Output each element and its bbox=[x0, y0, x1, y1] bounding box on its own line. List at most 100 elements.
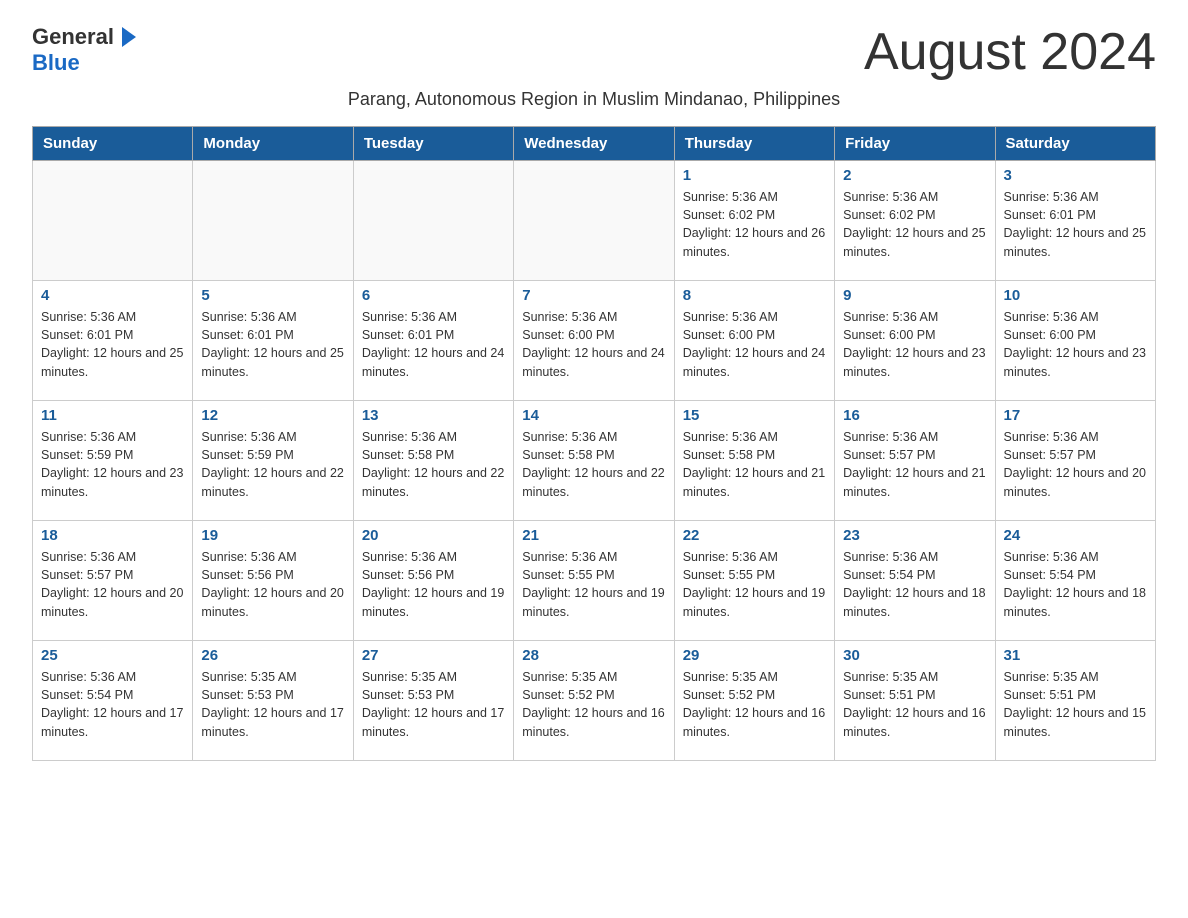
day-number: 17 bbox=[1004, 407, 1147, 424]
day-info: Sunrise: 5:36 AMSunset: 5:57 PMDaylight:… bbox=[843, 428, 986, 501]
day-info: Sunrise: 5:36 AMSunset: 5:57 PMDaylight:… bbox=[41, 548, 184, 621]
day-number: 22 bbox=[683, 527, 826, 544]
calendar-cell bbox=[193, 161, 353, 281]
day-number: 13 bbox=[362, 407, 505, 424]
calendar-cell: 29 Sunrise: 5:35 AMSunset: 5:52 PMDayligh… bbox=[674, 641, 834, 761]
logo: General bbox=[32, 24, 136, 50]
day-info: Sunrise: 5:36 AMSunset: 5:56 PMDaylight:… bbox=[201, 548, 344, 621]
calendar-week-row: 18 Sunrise: 5:36 AMSunset: 5:57 PMDayligh… bbox=[33, 521, 1156, 641]
day-info: Sunrise: 5:36 AMSunset: 6:02 PMDaylight:… bbox=[843, 188, 986, 261]
calendar-week-row: 1 Sunrise: 5:36 AMSunset: 6:02 PMDaylight… bbox=[33, 161, 1156, 281]
calendar-cell: 9 Sunrise: 5:36 AMSunset: 6:00 PMDaylight… bbox=[835, 281, 995, 401]
subtitle: Parang, Autonomous Region in Muslim Mind… bbox=[32, 89, 1156, 110]
day-number: 3 bbox=[1004, 167, 1147, 184]
day-number: 16 bbox=[843, 407, 986, 424]
day-of-week-header: Friday bbox=[835, 127, 995, 161]
day-info: Sunrise: 5:35 AMSunset: 5:51 PMDaylight:… bbox=[1004, 668, 1147, 741]
day-number: 18 bbox=[41, 527, 184, 544]
calendar-cell: 16 Sunrise: 5:36 AMSunset: 5:57 PMDayligh… bbox=[835, 401, 995, 521]
day-number: 8 bbox=[683, 287, 826, 304]
logo-text-blue: Blue bbox=[32, 50, 80, 76]
day-number: 9 bbox=[843, 287, 986, 304]
calendar-cell: 23 Sunrise: 5:36 AMSunset: 5:54 PMDayligh… bbox=[835, 521, 995, 641]
calendar-cell: 24 Sunrise: 5:36 AMSunset: 5:54 PMDayligh… bbox=[995, 521, 1155, 641]
day-info: Sunrise: 5:35 AMSunset: 5:52 PMDaylight:… bbox=[522, 668, 665, 741]
calendar-cell: 30Sunrise: 5:35 AMSunset: 5:51 PMDayligh… bbox=[835, 641, 995, 761]
day-info: Sunrise: 5:36 AMSunset: 6:00 PMDaylight:… bbox=[683, 308, 826, 381]
day-info: Sunrise: 5:36 AMSunset: 6:00 PMDaylight:… bbox=[522, 308, 665, 381]
day-info: Sunrise: 5:36 AMSunset: 5:54 PMDaylight:… bbox=[41, 668, 184, 741]
day-number: 26 bbox=[201, 647, 344, 664]
day-of-week-header: Tuesday bbox=[353, 127, 513, 161]
day-of-week-header: Thursday bbox=[674, 127, 834, 161]
day-number: 1 bbox=[683, 167, 826, 184]
calendar-cell: 6 Sunrise: 5:36 AMSunset: 6:01 PMDaylight… bbox=[353, 281, 513, 401]
calendar-cell bbox=[33, 161, 193, 281]
day-info: Sunrise: 5:36 AMSunset: 5:55 PMDaylight:… bbox=[522, 548, 665, 621]
day-info: Sunrise: 5:36 AMSunset: 6:01 PMDaylight:… bbox=[41, 308, 184, 381]
day-number: 6 bbox=[362, 287, 505, 304]
logo-triangle-icon bbox=[122, 27, 136, 47]
day-number: 19 bbox=[201, 527, 344, 544]
day-number: 27 bbox=[362, 647, 505, 664]
day-number: 5 bbox=[201, 287, 344, 304]
month-title: August 2024 bbox=[864, 24, 1156, 81]
day-number: 28 bbox=[522, 647, 665, 664]
day-info: Sunrise: 5:35 AMSunset: 5:52 PMDaylight:… bbox=[683, 668, 826, 741]
day-of-week-header: Sunday bbox=[33, 127, 193, 161]
calendar-cell: 28 Sunrise: 5:35 AMSunset: 5:52 PMDayligh… bbox=[514, 641, 674, 761]
calendar-cell: 14 Sunrise: 5:36 AMSunset: 5:58 PMDayligh… bbox=[514, 401, 674, 521]
calendar-cell: 12 Sunrise: 5:36 AMSunset: 5:59 PMDayligh… bbox=[193, 401, 353, 521]
calendar-cell: 31 Sunrise: 5:35 AMSunset: 5:51 PMDayligh… bbox=[995, 641, 1155, 761]
calendar-cell: 17 Sunrise: 5:36 AMSunset: 5:57 PMDayligh… bbox=[995, 401, 1155, 521]
day-number: 25 bbox=[41, 647, 184, 664]
day-number: 29 bbox=[683, 647, 826, 664]
day-info: Sunrise: 5:36 AMSunset: 5:57 PMDaylight:… bbox=[1004, 428, 1147, 501]
day-number: 4 bbox=[41, 287, 184, 304]
day-info: Sunrise: 5:36 AMSunset: 6:00 PMDaylight:… bbox=[1004, 308, 1147, 381]
day-info: Sunrise: 5:36 AMSunset: 5:55 PMDaylight:… bbox=[683, 548, 826, 621]
day-info: Sunrise: 5:36 AMSunset: 5:54 PMDaylight:… bbox=[1004, 548, 1147, 621]
day-number: 7 bbox=[522, 287, 665, 304]
calendar-cell bbox=[514, 161, 674, 281]
calendar-cell: 2 Sunrise: 5:36 AMSunset: 6:02 PMDaylight… bbox=[835, 161, 995, 281]
calendar-cell: 11Sunrise: 5:36 AMSunset: 5:59 PMDayligh… bbox=[33, 401, 193, 521]
calendar-cell: 5Sunrise: 5:36 AMSunset: 6:01 PMDaylight… bbox=[193, 281, 353, 401]
day-number: 24 bbox=[1004, 527, 1147, 544]
calendar-cell: 22 Sunrise: 5:36 AMSunset: 5:55 PMDayligh… bbox=[674, 521, 834, 641]
day-number: 21 bbox=[522, 527, 665, 544]
calendar-cell: 20Sunrise: 5:36 AMSunset: 5:56 PMDayligh… bbox=[353, 521, 513, 641]
calendar-week-row: 25 Sunrise: 5:36 AMSunset: 5:54 PMDayligh… bbox=[33, 641, 1156, 761]
day-info: Sunrise: 5:36 AMSunset: 6:01 PMDaylight:… bbox=[362, 308, 505, 381]
calendar-cell: 7 Sunrise: 5:36 AMSunset: 6:00 PMDaylight… bbox=[514, 281, 674, 401]
calendar-cell: 19 Sunrise: 5:36 AMSunset: 5:56 PMDayligh… bbox=[193, 521, 353, 641]
day-info: Sunrise: 5:35 AMSunset: 5:51 PMDaylight:… bbox=[843, 668, 986, 741]
day-number: 31 bbox=[1004, 647, 1147, 664]
day-info: Sunrise: 5:36 AMSunset: 5:58 PMDaylight:… bbox=[522, 428, 665, 501]
day-number: 15 bbox=[683, 407, 826, 424]
day-info: Sunrise: 5:36 AMSunset: 5:59 PMDaylight:… bbox=[41, 428, 184, 501]
day-info: Sunrise: 5:36 AMSunset: 5:59 PMDaylight:… bbox=[201, 428, 344, 501]
day-number: 23 bbox=[843, 527, 986, 544]
calendar-cell: 18 Sunrise: 5:36 AMSunset: 5:57 PMDayligh… bbox=[33, 521, 193, 641]
day-number: 2 bbox=[843, 167, 986, 184]
day-of-week-header: Wednesday bbox=[514, 127, 674, 161]
day-info: Sunrise: 5:36 AMSunset: 5:58 PMDaylight:… bbox=[683, 428, 826, 501]
day-info: Sunrise: 5:36 AMSunset: 6:01 PMDaylight:… bbox=[1004, 188, 1147, 261]
logo-wrapper: General Blue bbox=[32, 24, 136, 76]
day-info: Sunrise: 5:36 AMSunset: 6:00 PMDaylight:… bbox=[843, 308, 986, 381]
calendar-cell: 26Sunrise: 5:35 AMSunset: 5:53 PMDayligh… bbox=[193, 641, 353, 761]
day-number: 10 bbox=[1004, 287, 1147, 304]
calendar-cell: 13Sunrise: 5:36 AMSunset: 5:58 PMDayligh… bbox=[353, 401, 513, 521]
header: General Blue August 2024 bbox=[32, 24, 1156, 81]
day-info: Sunrise: 5:36 AMSunset: 5:54 PMDaylight:… bbox=[843, 548, 986, 621]
calendar-cell: 8 Sunrise: 5:36 AMSunset: 6:00 PMDaylight… bbox=[674, 281, 834, 401]
day-of-week-header: Monday bbox=[193, 127, 353, 161]
day-of-week-header: Saturday bbox=[995, 127, 1155, 161]
day-number: 20 bbox=[362, 527, 505, 544]
day-number: 12 bbox=[201, 407, 344, 424]
calendar-cell: 4 Sunrise: 5:36 AMSunset: 6:01 PMDaylight… bbox=[33, 281, 193, 401]
calendar-week-row: 11Sunrise: 5:36 AMSunset: 5:59 PMDayligh… bbox=[33, 401, 1156, 521]
calendar-cell bbox=[353, 161, 513, 281]
day-number: 14 bbox=[522, 407, 665, 424]
